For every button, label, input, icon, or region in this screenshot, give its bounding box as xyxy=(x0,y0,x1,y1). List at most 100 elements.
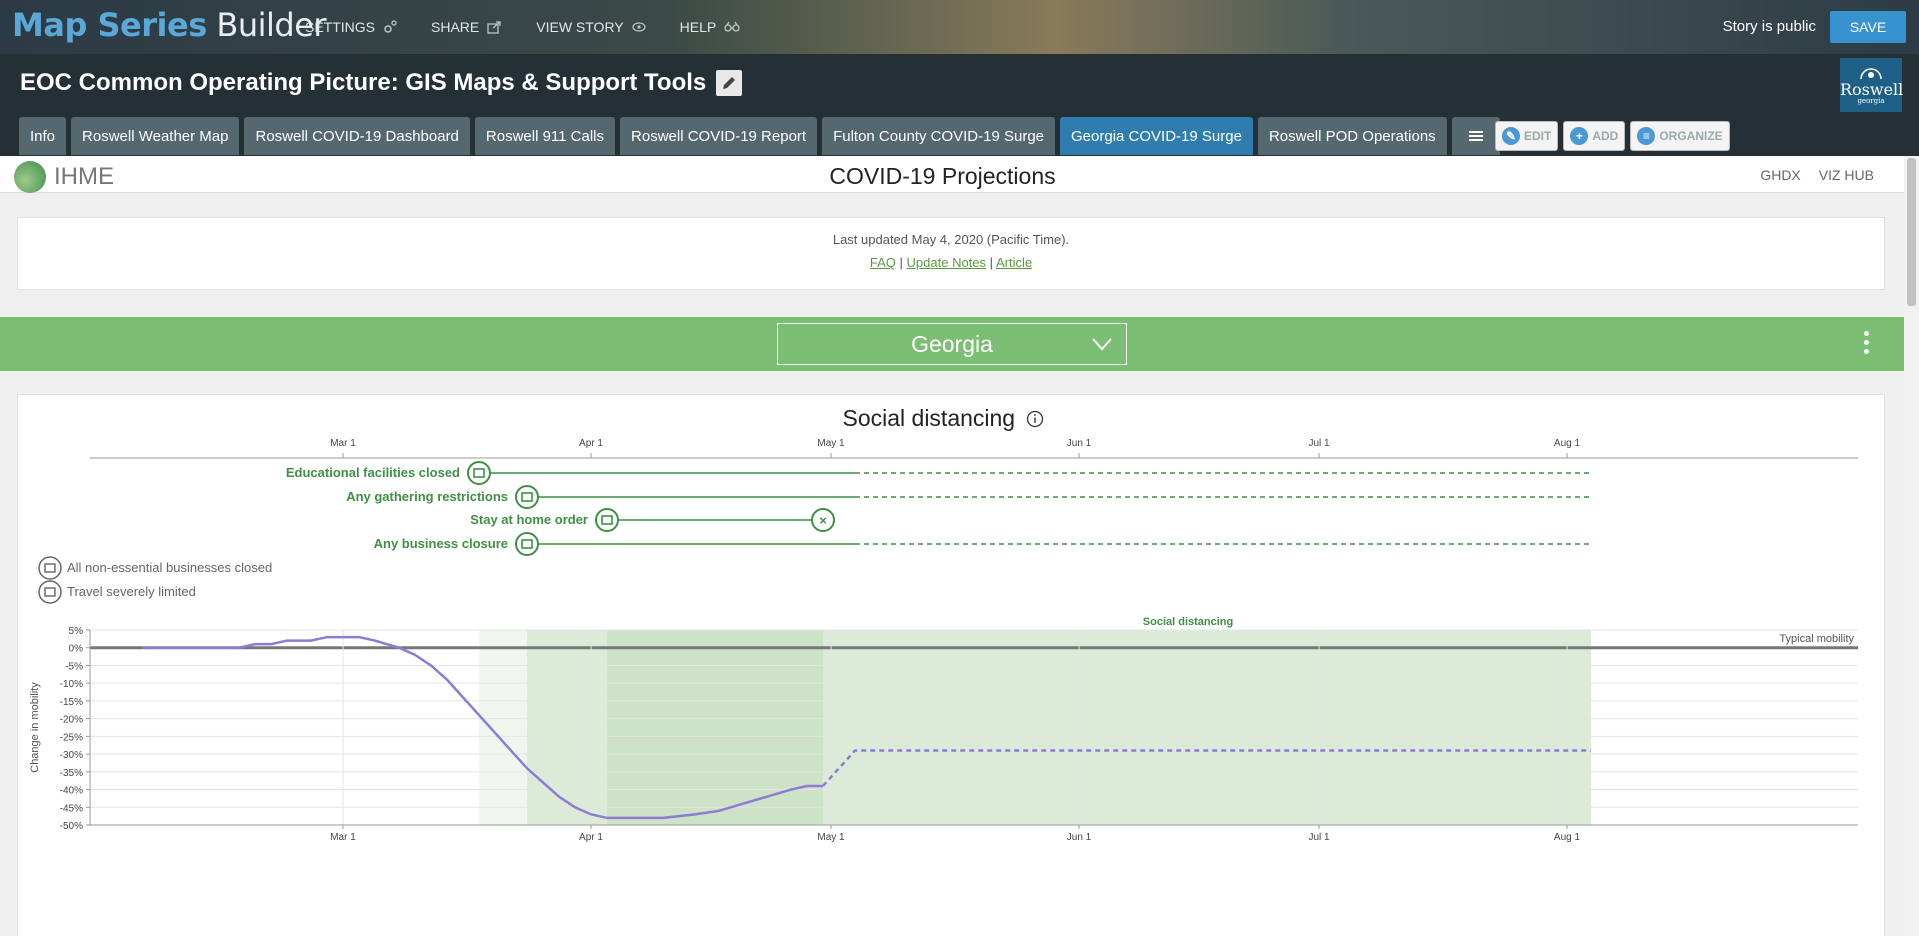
x-tick-label: Mar 1 xyxy=(330,832,356,843)
y-tick-label: -20% xyxy=(60,715,83,726)
tab-roswell-covid-report[interactable]: Roswell COVID-19 Report xyxy=(620,117,818,155)
roswell-logo-mark xyxy=(1860,68,1882,79)
y-tick-label: -5% xyxy=(65,661,83,672)
policy-start-marker xyxy=(515,485,539,509)
tab-roswell-911-calls[interactable]: Roswell 911 Calls xyxy=(474,117,616,155)
plus-icon: + xyxy=(1570,127,1589,145)
update-info-box: Last updated May 4, 2020 (Pacific Time).… xyxy=(17,217,1885,290)
legend-marker xyxy=(38,580,62,604)
ihme-links: GHDX VIZ HUB xyxy=(1760,167,1874,183)
ihme-page-title: COVID-19 Projections xyxy=(829,163,1056,189)
embedded-content-frame: IHME COVID-19 Projections GHDX VIZ HUB L… xyxy=(0,156,1919,936)
timeline-tick-label: Jul 1 xyxy=(1308,438,1330,449)
location-value: Georgia xyxy=(911,330,993,357)
policy-start-marker xyxy=(467,461,491,485)
builder-topbar: Map Series Builder SETTINGS SHARE VIEW S… xyxy=(0,0,1919,54)
faq-link[interactable]: FAQ xyxy=(870,255,896,270)
ghdx-link[interactable]: GHDX xyxy=(1760,167,1800,183)
settings-label: SETTINGS xyxy=(305,19,376,35)
tab-info[interactable]: Info xyxy=(19,117,67,155)
story-tabs: Info Roswell Weather Map Roswell COVID-1… xyxy=(19,117,1500,155)
location-select[interactable]: Georgia xyxy=(777,323,1127,365)
logo-text: Roswell xyxy=(1840,80,1904,99)
update-notes-link[interactable]: Update Notes xyxy=(907,255,987,270)
app-brand: Map Series Builder xyxy=(12,6,327,44)
add-button[interactable]: + ADD xyxy=(1563,121,1626,151)
legend-marker xyxy=(38,556,62,580)
doc-links: FAQ | Update Notes | Article xyxy=(18,255,1884,270)
timeline-tick-label: Jun 1 xyxy=(1067,438,1092,449)
share-menu[interactable]: SHARE xyxy=(431,19,502,35)
close-icon: × xyxy=(819,513,827,528)
add-label: ADD xyxy=(1592,129,1619,143)
story-title-row: EOC Common Operating Picture: GIS Maps &… xyxy=(20,69,743,97)
list-icon: ≡ xyxy=(1637,127,1656,145)
reference-label: Typical mobility xyxy=(1779,633,1854,645)
y-tick-label: 5% xyxy=(69,626,84,637)
timeline-tick-label: Aug 1 xyxy=(1554,438,1581,449)
tab-roswell-weather-map[interactable]: Roswell Weather Map xyxy=(71,117,240,155)
view-story-menu[interactable]: VIEW STORY xyxy=(536,19,646,35)
brand-primary: Map Series xyxy=(12,6,207,44)
policy-start-marker xyxy=(515,532,539,556)
story-tools: ✎ EDIT + ADD ≡ ORGANIZE xyxy=(1495,121,1730,151)
y-tick-label: -15% xyxy=(60,697,83,708)
x-tick-label: Aug 1 xyxy=(1554,832,1581,843)
save-button[interactable]: SAVE xyxy=(1830,11,1906,43)
story-header: EOC Common Operating Picture: GIS Maps &… xyxy=(0,54,1919,156)
policy-label: Any business closure xyxy=(374,536,508,551)
location-bar: Georgia xyxy=(0,317,1904,371)
tab-fulton-county-surge[interactable]: Fulton County COVID-19 Surge xyxy=(822,117,1056,155)
tab-roswell-pod-operations[interactable]: Roswell POD Operations xyxy=(1257,117,1447,155)
social-distancing-card: Social distancing Mar 1 Apr 1 May 1 Jun 1 Ju… xyxy=(17,394,1885,936)
x-tick-label: Jun 1 xyxy=(1067,832,1092,843)
tab-georgia-surge[interactable]: Georgia COVID-19 Surge xyxy=(1060,117,1253,155)
view-story-label: VIEW STORY xyxy=(536,19,624,35)
story-title[interactable]: EOC Common Operating Picture: GIS Maps &… xyxy=(20,69,706,97)
viz-hub-link[interactable]: VIZ HUB xyxy=(1819,167,1874,183)
share-icon xyxy=(487,21,501,34)
scrollbar-thumb[interactable] xyxy=(1907,158,1916,306)
y-tick-label: -35% xyxy=(60,768,83,779)
y-tick-label: -50% xyxy=(60,821,83,832)
y-tick-label: -30% xyxy=(60,750,83,761)
builder-nav: SETTINGS SHARE VIEW STORY HELP xyxy=(305,19,774,35)
edit-button[interactable]: ✎ EDIT xyxy=(1495,121,1559,151)
help-menu[interactable]: HELP xyxy=(680,19,741,35)
timeline-tick-label: Mar 1 xyxy=(330,438,356,449)
shaded-period xyxy=(607,630,823,825)
x-tick-label: May 1 xyxy=(817,832,845,843)
settings-menu[interactable]: SETTINGS xyxy=(305,19,397,35)
edit-title-pencil-icon[interactable] xyxy=(716,70,743,96)
edit-label: EDIT xyxy=(1524,129,1552,143)
organize-button[interactable]: ≡ ORGANIZE xyxy=(1630,121,1730,151)
organize-label: ORGANIZE xyxy=(1659,129,1723,143)
policy-label: Stay at home order xyxy=(470,512,588,527)
pencil-icon: ✎ xyxy=(1502,127,1520,145)
y-axis-label: Change in mobility xyxy=(29,682,41,773)
timeline-tick-label: Apr 1 xyxy=(579,438,603,449)
legend-label: All non-essential businesses closed xyxy=(67,560,272,575)
share-label: SHARE xyxy=(431,19,480,35)
legend-label: Travel severely limited xyxy=(67,584,196,599)
gear-icon xyxy=(384,20,397,33)
more-options-icon[interactable] xyxy=(1864,331,1870,358)
tab-roswell-covid-dashboard[interactable]: Roswell COVID-19 Dashboard xyxy=(244,117,470,155)
tabs-menu-button[interactable] xyxy=(1451,117,1500,155)
y-tick-label: -40% xyxy=(60,786,83,797)
last-updated-text: Last updated May 4, 2020 (Pacific Time). xyxy=(832,232,1070,247)
social-distancing-chart: Mar 1 Apr 1 May 1 Jun 1 Jul 1 Aug 1 Educationa… xyxy=(29,438,1858,843)
page-scrollbar[interactable] xyxy=(1904,156,1919,936)
y-tick-label: 0% xyxy=(69,644,84,655)
public-status: Story is public xyxy=(1722,18,1816,35)
y-tick-label: -45% xyxy=(60,803,83,814)
help-icon xyxy=(724,21,740,32)
policy-label: Educational facilities closed xyxy=(286,465,460,480)
hamburger-icon xyxy=(1468,131,1483,141)
eye-icon xyxy=(632,22,646,32)
article-link[interactable]: Article xyxy=(996,255,1032,270)
x-tick-label: Apr 1 xyxy=(579,832,603,843)
link-separator: | xyxy=(899,255,903,270)
link-separator: | xyxy=(989,255,994,270)
y-tick-label: -10% xyxy=(60,679,83,690)
